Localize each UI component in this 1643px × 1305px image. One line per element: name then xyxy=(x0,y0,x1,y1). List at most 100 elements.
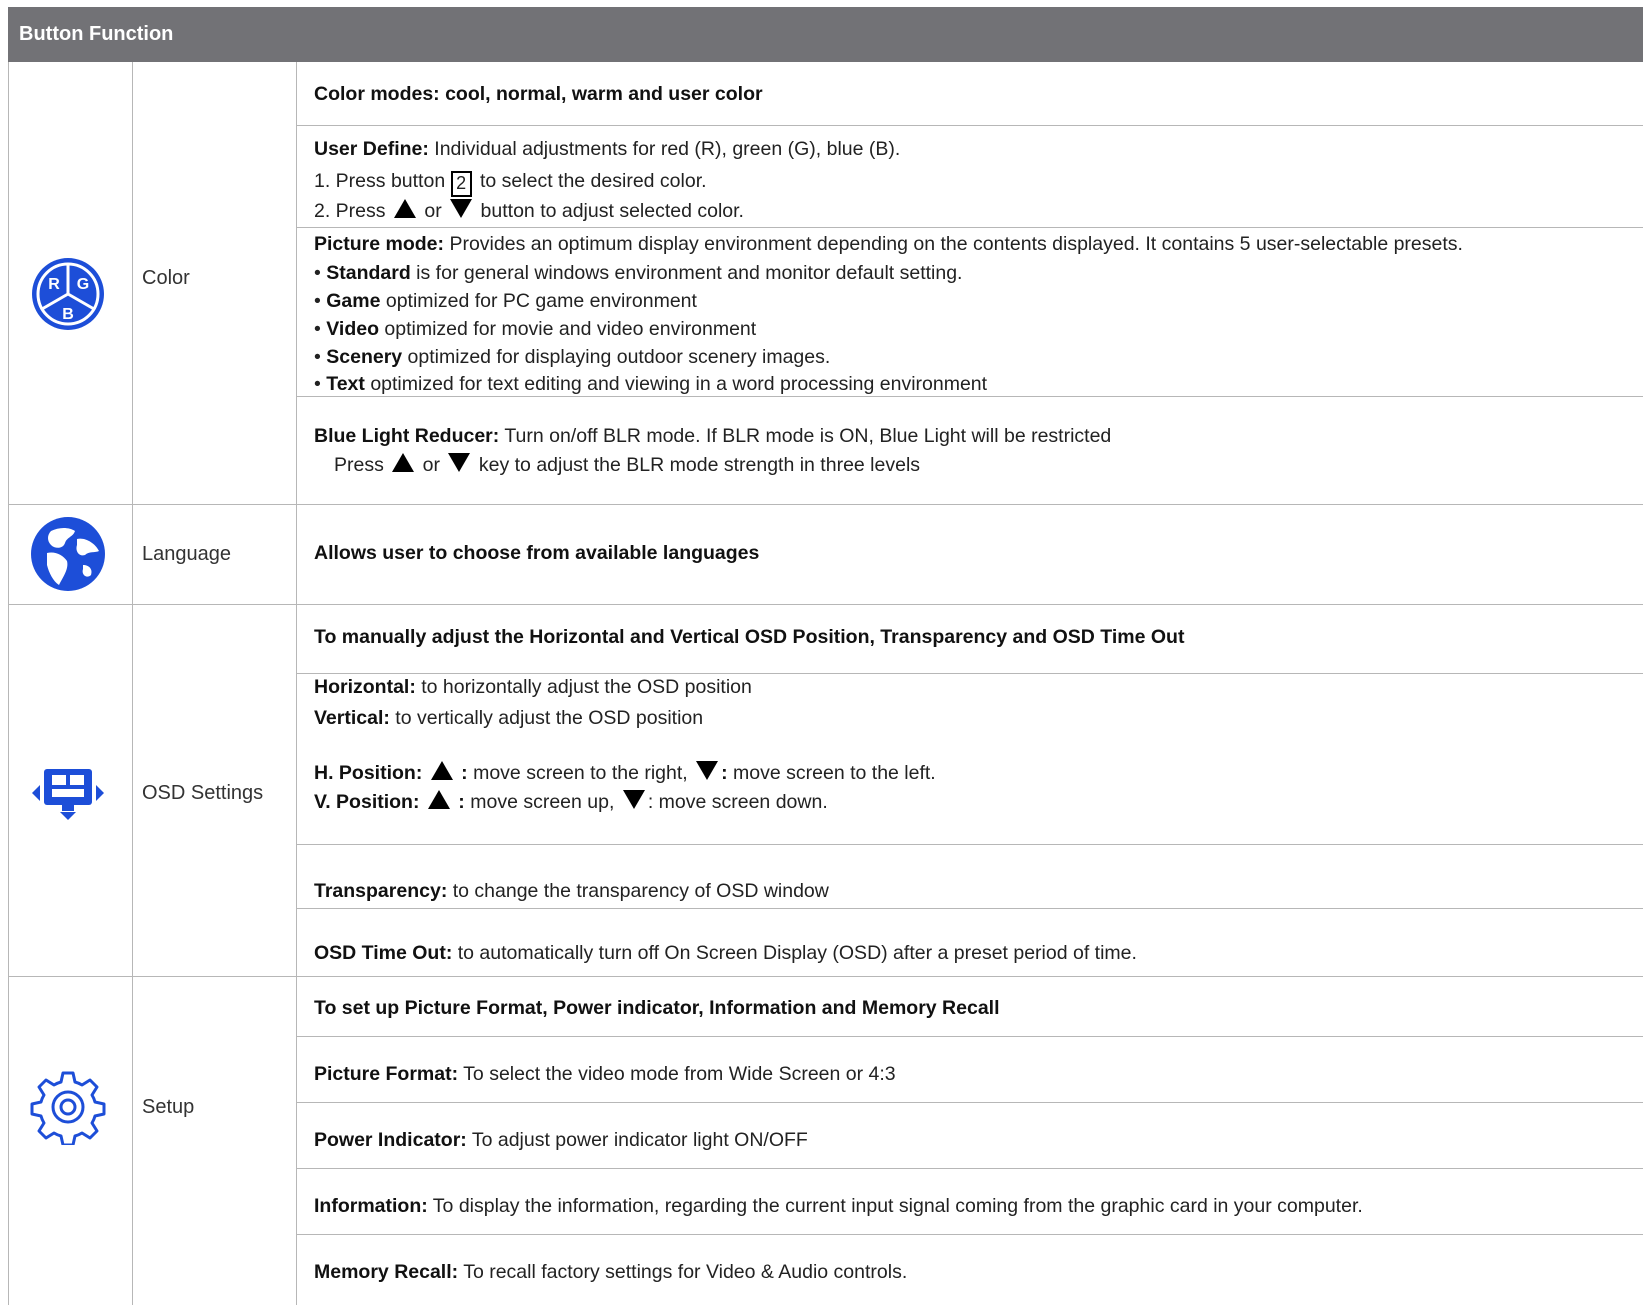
picture-mode-item: • Video optimized for movie and video en… xyxy=(314,315,756,344)
picture-mode-item-desc: is for general windows environment and m… xyxy=(410,262,963,284)
rgb-letter-g: G xyxy=(77,276,89,293)
section-label-color: Color xyxy=(142,266,190,289)
section-divider xyxy=(8,604,1643,605)
section-label-setup: Setup xyxy=(142,1095,195,1118)
step1-prefix: 1. Press button xyxy=(314,170,451,192)
row-divider xyxy=(296,1102,1643,1103)
bullet: • xyxy=(314,346,327,368)
picture-mode-item-desc: optimized for displaying outdoor scenery… xyxy=(402,346,831,368)
blr-desc: Turn on/off BLR mode. If BLR mode is ON,… xyxy=(499,425,1112,447)
down-arrow-icon xyxy=(450,199,473,218)
osd-transparency-line: Transparency: to change the transparency… xyxy=(314,877,829,906)
osd-monitor-icon xyxy=(28,763,108,823)
setup-row-desc: To recall factory settings for Video & A… xyxy=(458,1261,908,1283)
row-divider xyxy=(296,227,1643,228)
picture-mode-item-name: Scenery xyxy=(326,346,403,368)
user-define-step2: 2. Press or button to adjust selected co… xyxy=(314,197,744,226)
setup-row-title: Power Indicator: xyxy=(314,1129,467,1151)
setup-row-title: Picture Format: xyxy=(314,1063,459,1085)
up-arrow-icon xyxy=(430,761,453,780)
setup-row-desc: To adjust power indicator light ON/OFF xyxy=(466,1129,808,1151)
picture-mode-item-desc: optimized for movie and video environmen… xyxy=(379,318,757,340)
row-divider xyxy=(296,1036,1643,1037)
osd-horizontal-line: Horizontal: to horizontally adjust the O… xyxy=(314,673,752,702)
osd-hpos-down-desc: move screen to the left. xyxy=(727,762,936,784)
up-arrow-icon xyxy=(393,199,416,218)
step2-suffix: button to adjust selected color. xyxy=(475,200,744,222)
bullet: • xyxy=(314,262,327,284)
osd-vpos-title: V. Position: xyxy=(314,791,425,813)
osd-vertical-desc: to vertically adjust the OSD position xyxy=(389,707,704,729)
grid-line xyxy=(8,62,9,1305)
rgb-color-icon: R G B xyxy=(28,254,108,334)
step2-prefix: 2. Press xyxy=(314,200,391,222)
blr-line: Blue Light Reducer: Turn on/off BLR mode… xyxy=(314,422,1111,451)
language-desc: Allows user to choose from available lan… xyxy=(314,542,760,564)
row-divider xyxy=(296,1234,1643,1235)
section-label-osd-settings: OSD Settings xyxy=(142,781,264,804)
blr-title: Blue Light Reducer: xyxy=(314,425,500,447)
up-arrow-icon xyxy=(427,790,450,809)
osd-transparency-desc: to change the transparency of OSD window xyxy=(447,880,829,902)
osd-hpos-line: H. Position: : move screen to the right,… xyxy=(314,759,936,788)
setup-row-title: Information: xyxy=(314,1195,428,1217)
picture-mode-item-name: Game xyxy=(326,290,381,312)
picture-mode-line: Picture mode: Provides an optimum displa… xyxy=(314,230,1463,259)
table-header: Button Function xyxy=(8,7,1643,62)
picture-mode-item: • Text optimized for text editing and vi… xyxy=(314,370,987,399)
blr-suffix: key to adjust the BLR mode strength in t… xyxy=(473,454,921,476)
section-divider xyxy=(8,976,1643,977)
osd-vertical-line: Vertical: to vertically adjust the OSD p… xyxy=(314,704,703,733)
up-arrow-icon xyxy=(392,453,415,472)
rgb-letter-b: B xyxy=(62,306,74,323)
osd-vpos-up-desc: move screen up, xyxy=(464,791,620,813)
osd-timeout-line: OSD Time Out: to automatically turn off … xyxy=(314,939,1137,968)
user-define-title: User Define: xyxy=(314,138,429,160)
setup-row-desc: To select the video mode from Wide Scree… xyxy=(458,1063,896,1085)
rgb-letter-r: R xyxy=(48,276,60,293)
blr-press: Press xyxy=(334,454,390,476)
user-define-line: User Define: Individual adjustments for … xyxy=(314,135,900,164)
picture-mode-title: Picture mode: xyxy=(314,233,445,255)
section-label-language: Language xyxy=(142,542,231,565)
bullet: • xyxy=(314,318,327,340)
osd-vpos-line: V. Position: : move screen up, : move sc… xyxy=(314,788,828,817)
picture-mode-item-desc: optimized for PC game environment xyxy=(380,290,697,312)
button-2-key-icon: 2 xyxy=(450,171,472,197)
row-divider xyxy=(296,844,1643,845)
osd-timeout-desc: to automatically turn off On Screen Disp… xyxy=(452,942,1137,964)
grid-line xyxy=(296,62,297,1305)
osd-heading: To manually adjust the Horizontal and Ve… xyxy=(314,626,1185,648)
osd-vertical-title: Vertical: xyxy=(314,707,390,729)
colon: : xyxy=(452,791,465,813)
picture-mode-item-name: Standard xyxy=(326,262,411,284)
osd-hpos-title: H. Position: xyxy=(314,762,428,784)
colon: : xyxy=(455,762,468,784)
gear-icon xyxy=(28,1067,108,1147)
picture-mode-desc: Provides an optimum display environment … xyxy=(444,233,1463,255)
picture-mode-item: • Game optimized for PC game environment xyxy=(314,287,697,316)
setup-row-desc: To display the information, regarding th… xyxy=(427,1195,1363,1217)
blr-or: or xyxy=(417,454,446,476)
setup-row: Memory Recall: To recall factory setting… xyxy=(314,1258,907,1287)
grid-line xyxy=(132,62,133,1305)
setup-row: Information: To display the information,… xyxy=(314,1192,1363,1221)
color-modes-heading: Color modes: cool, normal, warm and user… xyxy=(314,83,763,105)
osd-vpos-down-desc: : move screen down. xyxy=(647,791,828,813)
bullet: • xyxy=(314,373,327,395)
step2-or: or xyxy=(418,200,448,222)
user-define-step1: 1. Press button 2 to select the desired … xyxy=(314,167,707,197)
picture-mode-item-desc: optimized for text editing and viewing i… xyxy=(364,373,988,395)
picture-mode-item: • Standard is for general windows enviro… xyxy=(314,259,962,288)
osd-horizontal-title: Horizontal: xyxy=(314,676,416,698)
down-arrow-icon xyxy=(448,453,471,472)
row-divider xyxy=(296,125,1643,126)
table-header-title: Button Function xyxy=(19,23,174,45)
picture-mode-item-name: Text xyxy=(326,373,365,395)
row-divider xyxy=(296,1168,1643,1169)
picture-mode-item-name: Video xyxy=(326,318,379,340)
setup-row: Picture Format: To select the video mode… xyxy=(314,1060,896,1089)
down-arrow-icon xyxy=(622,790,645,809)
setup-heading: To set up Picture Format, Power indicato… xyxy=(314,997,1000,1019)
globe-icon xyxy=(28,514,108,594)
